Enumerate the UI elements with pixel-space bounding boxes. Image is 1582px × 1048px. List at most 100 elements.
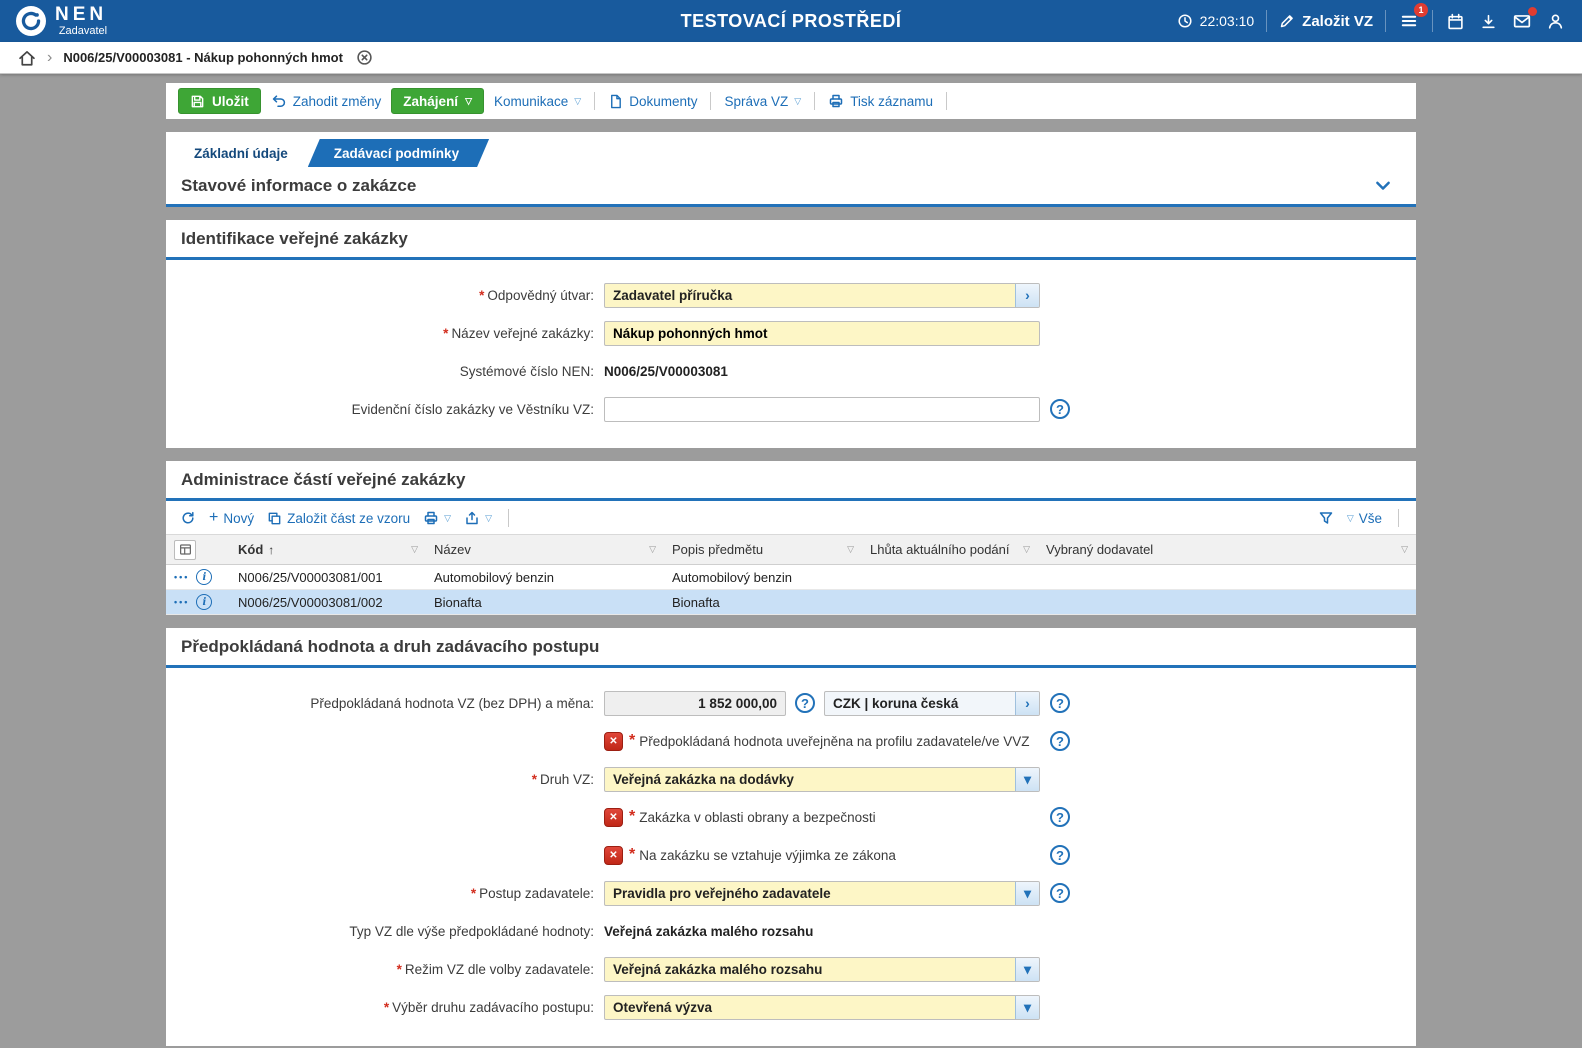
print-grid-button[interactable]: ▽ [423,510,451,526]
menu-button[interactable]: 1 [1398,10,1420,32]
create-vz-button[interactable]: Založit VZ [1279,13,1373,30]
toggle-no-icon[interactable]: ✕ [604,846,623,865]
open-detail-icon[interactable]: › [1015,284,1039,307]
start-label: Zahájení [403,94,458,109]
new-part-button[interactable]: + Nový [209,510,254,526]
topbar: NEN Zadavatel TESTOVACÍ PROSTŘEDÍ 22:03:… [0,0,1582,42]
form-row-choice: *Výběr druhu zadávacího postupu: Otevřen… [166,994,1416,1020]
save-button[interactable]: Uložit [178,88,261,114]
session-clock: 22:03:10 [1177,13,1255,29]
documents-label: Dokumenty [629,94,697,109]
column-header-code[interactable]: Kód ↑ ▽ [230,535,426,565]
currency-picker[interactable]: CZK | koruna česká › [824,691,1040,716]
required-marker: * [397,962,402,977]
help-icon[interactable]: ? [1050,807,1070,827]
brand-subtitle: Zadavatel [59,26,107,37]
open-detail-icon[interactable]: › [1015,692,1039,715]
print-record-button[interactable]: Tisk záznamu [828,93,933,109]
status-section-title: Stavové informace o zakázce [181,176,416,196]
form-row-type: Typ VZ dle výše předpokládané hodnoty: V… [166,918,1416,944]
form-row-procedure: *Postup zadavatele: Pravidla pro veřejné… [166,880,1416,906]
procedure-select[interactable]: Pravidla pro veřejného zadavatele ▾ [604,881,1040,906]
select-arrow-icon[interactable]: ▾ [1015,882,1039,905]
toggle-no-icon[interactable]: ✕ [604,808,623,827]
column-settings-header[interactable] [166,535,230,565]
select-arrow-icon[interactable]: ▾ [1015,958,1039,981]
tab-basic-info[interactable]: Základní údaje [176,139,318,167]
row-actions-icon[interactable]: ••• [174,572,189,582]
estimate-header: Předpokládaná hodnota a druh zadávacího … [166,628,1416,668]
filter-icon[interactable]: ▽ [411,544,418,555]
help-icon[interactable]: ? [1050,845,1070,865]
filter-icon[interactable]: ▽ [1023,544,1030,555]
messages-button[interactable] [1511,10,1533,32]
refresh-icon[interactable] [180,510,196,526]
evidence-number-input[interactable] [604,397,1040,422]
cell-deadline [862,565,1038,590]
view-all-dropdown[interactable]: ▽ Vše [1347,511,1382,526]
documents-button[interactable]: Dokumenty [608,94,697,109]
info-icon[interactable]: i [196,594,212,610]
form-row-evidence-number: Evidenční číslo zakázky ve Věstníku VZ: … [166,396,1416,422]
breadcrumb-current[interactable]: N006/25/V00003081 - Nákup pohonných hmot [63,50,343,65]
printer-icon [423,510,439,526]
select-arrow-icon[interactable]: ▾ [1015,996,1039,1019]
regime-select[interactable]: Veřejná zakázka malého rozsahu ▾ [604,957,1040,982]
choice-select[interactable]: Otevřená výzva ▾ [604,995,1040,1020]
kind-select[interactable]: Veřejná zakázka na dodávky ▾ [604,767,1040,792]
start-procedure-button[interactable]: Zahájení ▽ [391,88,484,114]
manage-vz-menu[interactable]: Správa VZ ▽ [724,94,801,109]
select-arrow-icon[interactable]: ▾ [1015,768,1039,791]
filter-icon[interactable]: ▽ [847,544,854,555]
discard-changes-button[interactable]: Zahodit změny [271,93,382,109]
help-icon[interactable]: ? [795,693,815,713]
table-row[interactable]: ••• i N006/25/V00003081/002 Bionafta Bio… [166,590,1416,615]
breadcrumb: › N006/25/V00003081 - Nákup pohonných hm… [0,42,1582,74]
collapse-chevron-icon[interactable] [1373,176,1393,196]
toggle-no-icon[interactable]: ✕ [604,732,623,751]
clock-icon [1177,13,1193,29]
help-icon[interactable]: ? [1050,731,1070,751]
regime-label: *Režim VZ dle volby zadavatele: [166,962,604,977]
defense-label: Zakázka v oblasti obrany a bezpečnosti [639,810,875,825]
department-picker[interactable]: Zadavatel příručka › [604,283,1040,308]
record-toolbar: Uložit Zahodit změny Zahájení ▽ Komunika… [166,83,1416,119]
download-button[interactable] [1478,11,1499,32]
clock-time: 22:03:10 [1200,13,1255,29]
help-icon[interactable]: ? [1050,693,1070,713]
brand-name: NEN [55,5,107,24]
home-icon[interactable] [18,49,36,67]
form-row-department: *Odpovědný útvar: Zadavatel příručka › [166,282,1416,308]
page-background: Uložit Zahodit změny Zahájení ▽ Komunika… [0,74,1582,1046]
row-actions-icon[interactable]: ••• [174,597,189,607]
copy-icon [267,511,282,526]
administration-header: Administrace částí veřejné zakázky [166,461,1416,501]
communication-menu[interactable]: Komunikace ▽ [494,94,581,109]
tab-tender-conditions[interactable]: Zadávací podmínky [308,139,489,167]
cell-code: N006/25/V00003081/002 [230,590,426,615]
column-settings-icon[interactable] [174,540,196,560]
estimated-value-label: Předpokládaná hodnota VZ (bez DPH) a měn… [166,696,604,711]
export-grid-button[interactable]: ▽ [464,510,492,526]
create-from-template-button[interactable]: Založit část ze vzoru [267,511,410,526]
filter-icon[interactable]: ▽ [1401,544,1408,555]
vz-name-input[interactable] [604,321,1040,346]
identification-form: *Odpovědný útvar: Zadavatel příručka › *… [166,260,1416,448]
estimated-value-field: 1 852 000,00 [604,691,786,716]
column-header-name[interactable]: Název ▽ [426,535,664,565]
toolbar-divider [1398,509,1399,527]
info-icon[interactable]: i [196,569,212,585]
column-header-supplier[interactable]: Vybraný dodavatel ▽ [1038,535,1416,565]
table-row[interactable]: ••• i N006/25/V00003081/001 Automobilový… [166,565,1416,590]
close-record-icon[interactable] [356,49,373,66]
calendar-button[interactable] [1445,11,1466,32]
help-icon[interactable]: ? [1050,883,1070,903]
nen-logo[interactable]: NEN Zadavatel [16,5,107,37]
column-header-deadline[interactable]: Lhůta aktuálního podání ▽ [862,535,1038,565]
profile-button[interactable] [1545,11,1566,32]
filter-funnel-icon[interactable] [1318,510,1334,526]
column-header-description[interactable]: Popis předmětu ▽ [664,535,862,565]
chevron-down-icon: ▽ [465,96,472,107]
filter-icon[interactable]: ▽ [649,544,656,555]
help-icon[interactable]: ? [1050,399,1070,419]
